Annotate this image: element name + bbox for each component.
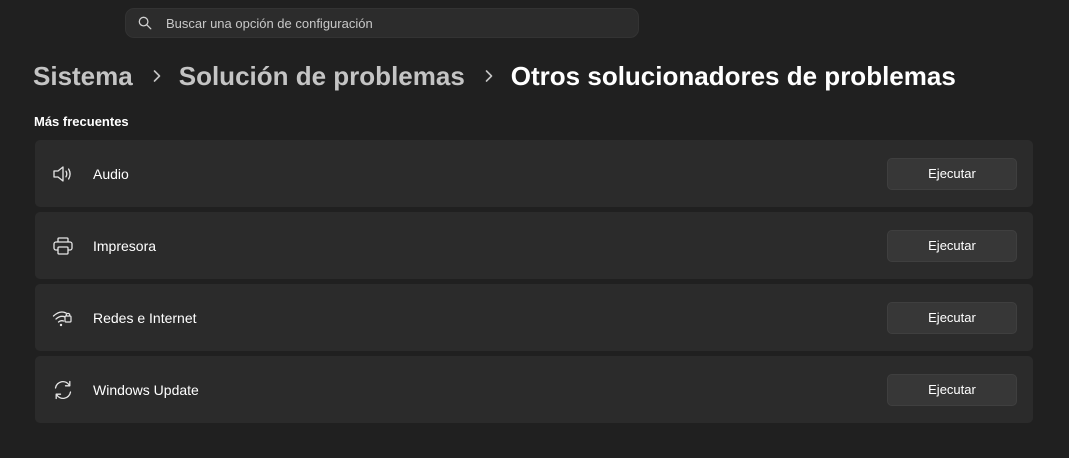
troubleshooter-label: Redes e Internet <box>93 309 197 326</box>
troubleshooter-list: Audio Ejecutar Impresora Ejecutar Redes … <box>35 140 1033 428</box>
chevron-right-icon <box>149 69 165 83</box>
speaker-icon <box>51 162 75 186</box>
page-title: Otros solucionadores de problemas <box>510 60 956 91</box>
run-audio-button[interactable]: Ejecutar <box>887 157 1017 190</box>
troubleshooter-label: Audio <box>93 165 129 182</box>
chevron-right-icon <box>481 69 497 83</box>
troubleshooter-row-audio: Audio Ejecutar <box>35 140 1033 207</box>
section-title: Más frecuentes <box>34 114 129 129</box>
run-windows-update-button[interactable]: Ejecutar <box>887 373 1017 406</box>
run-network-button[interactable]: Ejecutar <box>887 301 1017 334</box>
wifi-lock-icon <box>51 306 75 330</box>
search-box[interactable] <box>125 8 639 38</box>
troubleshooter-label: Impresora <box>93 237 157 254</box>
breadcrumb-item-solucion-de-problemas[interactable]: Solución de problemas <box>179 61 465 92</box>
printer-icon <box>51 234 75 258</box>
troubleshooter-row-windows-update: Windows Update Ejecutar <box>35 356 1033 423</box>
breadcrumb: Sistema Solución de problemas Otros solu… <box>33 58 956 94</box>
run-printer-button[interactable]: Ejecutar <box>887 229 1017 262</box>
search-icon <box>138 16 152 30</box>
sync-icon <box>51 378 75 402</box>
search-input[interactable] <box>166 15 606 31</box>
troubleshooter-row-printer: Impresora Ejecutar <box>35 212 1033 279</box>
breadcrumb-item-sistema[interactable]: Sistema <box>33 61 133 92</box>
troubleshooter-label: Windows Update <box>93 381 199 398</box>
troubleshooter-row-network: Redes e Internet Ejecutar <box>35 284 1033 351</box>
